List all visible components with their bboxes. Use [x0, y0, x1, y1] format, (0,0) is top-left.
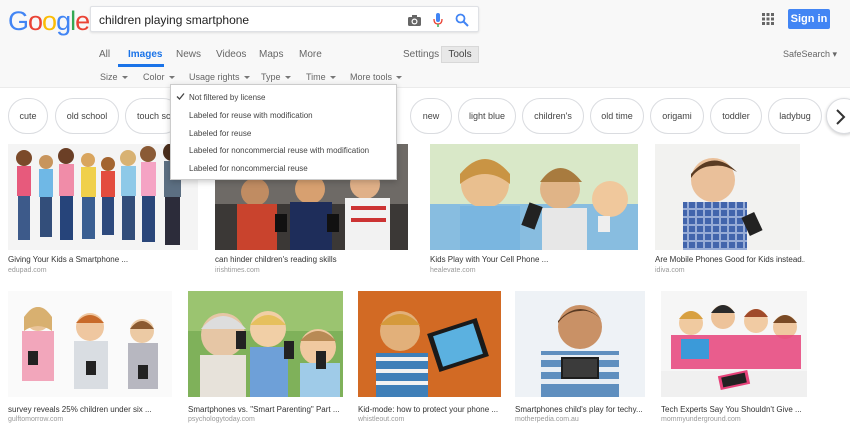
filter-usage-rights[interactable]: Usage rights [189, 72, 250, 82]
menu-item-label: Labeled for reuse with modification [189, 110, 313, 120]
menu-item-label: Labeled for noncommercial reuse [189, 163, 308, 173]
chip-cute[interactable]: cute [8, 98, 48, 134]
tools-button[interactable]: Tools [441, 46, 479, 63]
filter-size[interactable]: Size [100, 72, 128, 82]
result-thumbnail[interactable] [655, 144, 800, 250]
chip-old-time[interactable]: old time [590, 98, 644, 134]
chevron-right-icon [836, 109, 846, 125]
result-title: survey reveals 25% children under six ..… [8, 405, 152, 414]
caret-down-icon [396, 76, 403, 80]
menu-item-noncommercial-reuse[interactable]: Labeled for noncommercial reuse [171, 159, 396, 177]
result-title: Kid-mode: how to protect your phone ... [358, 405, 499, 414]
tab-all[interactable]: All [99, 49, 110, 60]
caret-down-icon [168, 76, 175, 80]
result-thumbnail[interactable] [430, 144, 638, 250]
header-bar: Google Sign in All Images News Videos Ma… [0, 0, 850, 88]
caret-down-icon [121, 76, 128, 80]
tab-images[interactable]: Images [128, 49, 162, 60]
result-source: gulftomorrow.com [8, 416, 64, 423]
camera-icon[interactable] [405, 11, 423, 29]
caret-down-icon [329, 76, 336, 80]
result-thumbnail[interactable] [358, 291, 501, 397]
filter-more-tools[interactable]: More tools [350, 72, 403, 82]
apps-grid-icon[interactable] [762, 12, 776, 26]
filter-size-label: Size [100, 72, 118, 82]
tab-news[interactable]: News [176, 49, 201, 60]
result-title: can hinder children's reading skills [215, 255, 337, 264]
tab-videos[interactable]: Videos [216, 49, 246, 60]
result-title: Smartphones vs. "Smart Parenting" Part .… [188, 405, 340, 414]
chip-childrens[interactable]: children's [522, 98, 584, 134]
result-source: motherpedia.com.au [515, 416, 579, 423]
chips-next-button[interactable] [826, 98, 850, 134]
result-source: idiva.com [655, 267, 685, 274]
filter-type-label: Type [261, 72, 281, 82]
result-title: Are Mobile Phones Good for Kids instead.… [655, 255, 805, 264]
search-input[interactable] [99, 11, 389, 29]
microphone-icon[interactable] [429, 11, 447, 29]
result-title: Tech Experts Say You Shouldn't Give ... [661, 405, 802, 414]
menu-item-label: Not filtered by license [189, 92, 266, 102]
chip-origami[interactable]: origami [650, 98, 704, 134]
filter-time[interactable]: Time [306, 72, 336, 82]
chip-old-school[interactable]: old school [55, 98, 119, 134]
menu-item-reuse[interactable]: Labeled for reuse [171, 124, 396, 142]
related-chips-row: cute old school touch sc new light blue … [0, 95, 850, 137]
caret-down-icon [243, 76, 250, 80]
search-icon[interactable] [453, 11, 471, 29]
usage-rights-menu: Not filtered by license Labeled for reus… [170, 84, 397, 180]
result-source: irishtimes.com [215, 267, 260, 274]
menu-item-label: Labeled for reuse [189, 128, 252, 138]
menu-item-reuse-with-modification[interactable]: Labeled for reuse with modification [171, 106, 396, 124]
result-title: Smartphones child's play for techy... [515, 405, 643, 414]
result-thumbnail[interactable] [188, 291, 343, 397]
result-source: healevate.com [430, 267, 476, 274]
result-title: Giving Your Kids a Smartphone ... [8, 255, 129, 264]
tab-more[interactable]: More [299, 49, 322, 60]
tab-maps[interactable]: Maps [259, 49, 283, 60]
filter-more-tools-label: More tools [350, 72, 393, 82]
active-tab-indicator [118, 64, 164, 67]
menu-item-label: Labeled for noncommercial reuse with mod… [189, 145, 370, 155]
result-source: whistleout.com [358, 416, 405, 423]
caret-down-icon [284, 76, 291, 80]
result-thumbnail[interactable] [661, 291, 807, 397]
menu-item-not-filtered[interactable]: Not filtered by license [171, 88, 396, 106]
filter-time-label: Time [306, 72, 326, 82]
chip-ladybug[interactable]: ladybug [768, 98, 822, 134]
result-source: mommyunderground.com [661, 416, 741, 423]
chip-new[interactable]: new [410, 98, 452, 134]
search-box [90, 6, 479, 32]
google-logo[interactable]: Google [8, 6, 90, 37]
filter-color-label: Color [143, 72, 165, 82]
result-source: edupad.com [8, 267, 47, 274]
result-thumbnail[interactable] [515, 291, 645, 397]
checkmark-icon [176, 93, 185, 100]
sign-in-button[interactable]: Sign in [788, 9, 830, 29]
settings-link[interactable]: Settings [403, 49, 439, 60]
menu-item-noncommercial-reuse-with-modification[interactable]: Labeled for noncommercial reuse with mod… [171, 141, 396, 159]
result-source: psychologytoday.com [188, 416, 255, 423]
chip-light-blue[interactable]: light blue [458, 98, 516, 134]
result-thumbnail[interactable] [8, 291, 172, 397]
filter-usage-rights-label: Usage rights [189, 72, 240, 82]
filter-color[interactable]: Color [143, 72, 175, 82]
filter-type[interactable]: Type [261, 72, 291, 82]
safesearch-dropdown[interactable]: SafeSearch ▾ [783, 49, 837, 60]
result-title: Kids Play with Your Cell Phone ... [430, 255, 549, 264]
chip-toddler[interactable]: toddler [710, 98, 762, 134]
